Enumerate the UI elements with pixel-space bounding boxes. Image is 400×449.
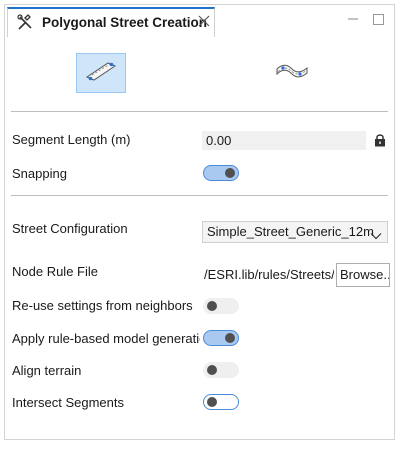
maximize-icon[interactable]: [373, 12, 384, 30]
curved-street-icon: [274, 60, 310, 87]
snapping-label: Snapping: [12, 166, 67, 181]
lock-icon[interactable]: [374, 133, 386, 152]
align-terrain-label: Align terrain: [12, 363, 82, 378]
straight-street-mode-button[interactable]: [76, 53, 126, 93]
apply-rule-toggle[interactable]: [203, 330, 239, 346]
divider: [11, 195, 388, 196]
reuse-settings-toggle[interactable]: [203, 298, 239, 314]
toggle-knob: [207, 365, 217, 375]
segment-length-label: Segment Length (m): [12, 132, 131, 147]
street-configuration-select[interactable]: Simple_Street_Generic_12m: [202, 221, 388, 243]
apply-rule-label: Apply rule-based model generation: [12, 331, 200, 346]
intersect-segments-label: Intersect Segments: [12, 395, 124, 410]
node-rule-file-label: Node Rule File: [12, 264, 98, 279]
node-rule-file-field[interactable]: /ESRI.lib/rules/Streets/Node.cga: [202, 264, 334, 286]
segment-length-field: 0.00: [202, 131, 366, 150]
snapping-toggle[interactable]: [203, 165, 239, 181]
street-configuration-label: Street Configuration: [12, 221, 128, 236]
chevron-down-icon: [370, 227, 382, 242]
toggle-knob: [225, 167, 235, 178]
tab-polygonal-street-creation[interactable]: Polygonal Street Creation: [7, 7, 215, 37]
toggle-knob: [225, 332, 235, 343]
tool-window: Polygonal Street Creation Segment Length…: [4, 4, 395, 440]
toggle-knob: [207, 301, 217, 311]
tab-bar: Polygonal Street Creation: [5, 5, 394, 37]
browse-button[interactable]: Browse...: [336, 263, 390, 287]
align-terrain-toggle[interactable]: [203, 362, 239, 378]
tab-title: Polygonal Street Creation: [42, 15, 208, 30]
street-configuration-value: Simple_Street_Generic_12m: [207, 224, 374, 239]
toggle-knob: [206, 396, 217, 407]
reuse-settings-label: Re-use settings from neighbors: [12, 298, 193, 313]
minimize-icon[interactable]: [347, 11, 359, 29]
close-icon[interactable]: [197, 14, 211, 33]
tools-icon: [16, 14, 34, 37]
divider: [11, 111, 388, 112]
straight-street-icon: [84, 59, 118, 88]
intersect-segments-toggle[interactable]: [203, 394, 239, 410]
curved-street-mode-button[interactable]: [267, 53, 317, 93]
